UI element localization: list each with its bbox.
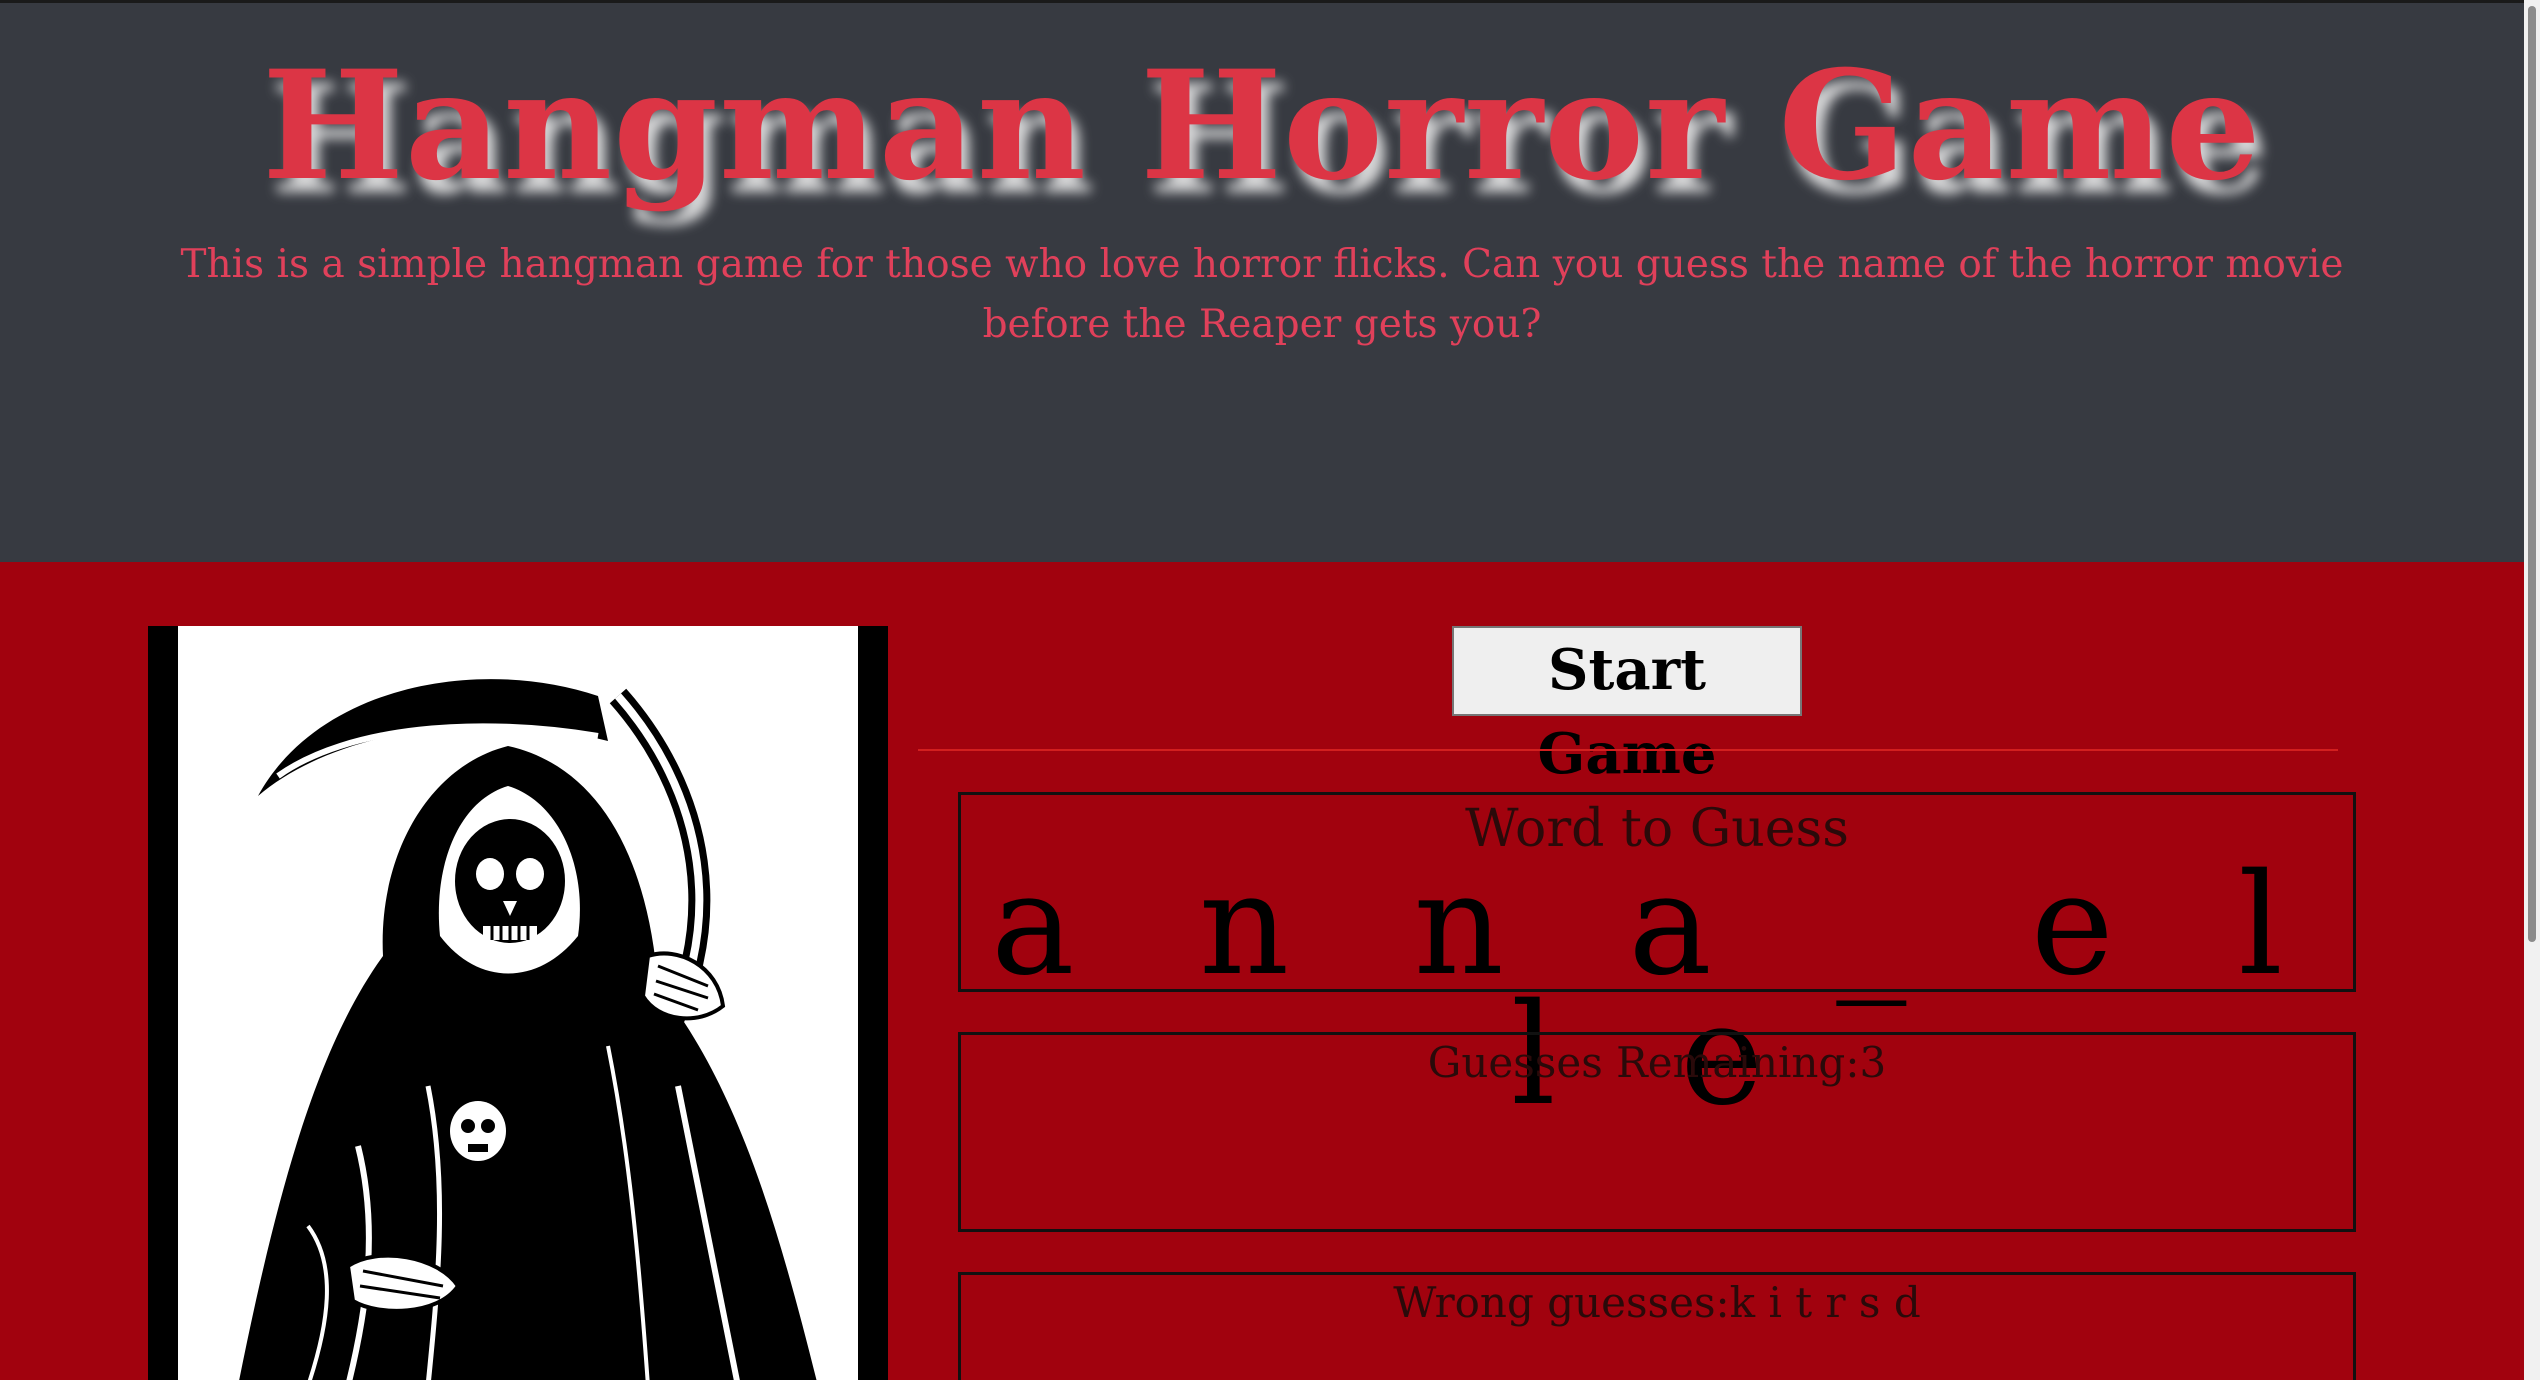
wrong-guesses-label: Wrong guesses:k i t r s d — [1393, 1278, 1921, 1327]
scrollbar-thumb[interactable] — [2528, 6, 2536, 942]
wrong-guesses-panel: Wrong guesses:k i t r s d — [958, 1272, 2356, 1380]
divider — [918, 749, 2338, 751]
page-subtitle: This is a simple hangman game for those … — [180, 242, 2344, 347]
guesses-remaining-label: Guesses Remaining:3 — [1427, 1038, 1887, 1087]
guesses-remaining-panel: Guesses Remaining:3 — [958, 1032, 2356, 1232]
word-to-guess-panel: Word to Guess a n n a _ e l l e — [958, 792, 2356, 1126]
page: Hangman Horror Game This is a simple han… — [0, 0, 2540, 1380]
start-game-button[interactable]: Start Game — [1452, 626, 1802, 787]
page-title: Hangman Horror Game — [262, 38, 2262, 214]
grim-reaper-icon — [178, 626, 858, 1380]
vertical-scrollbar[interactable] — [2524, 0, 2540, 1380]
page-header: Hangman Horror Game This is a simple han… — [0, 0, 2524, 562]
grim-reaper-illustration — [239, 679, 817, 1380]
